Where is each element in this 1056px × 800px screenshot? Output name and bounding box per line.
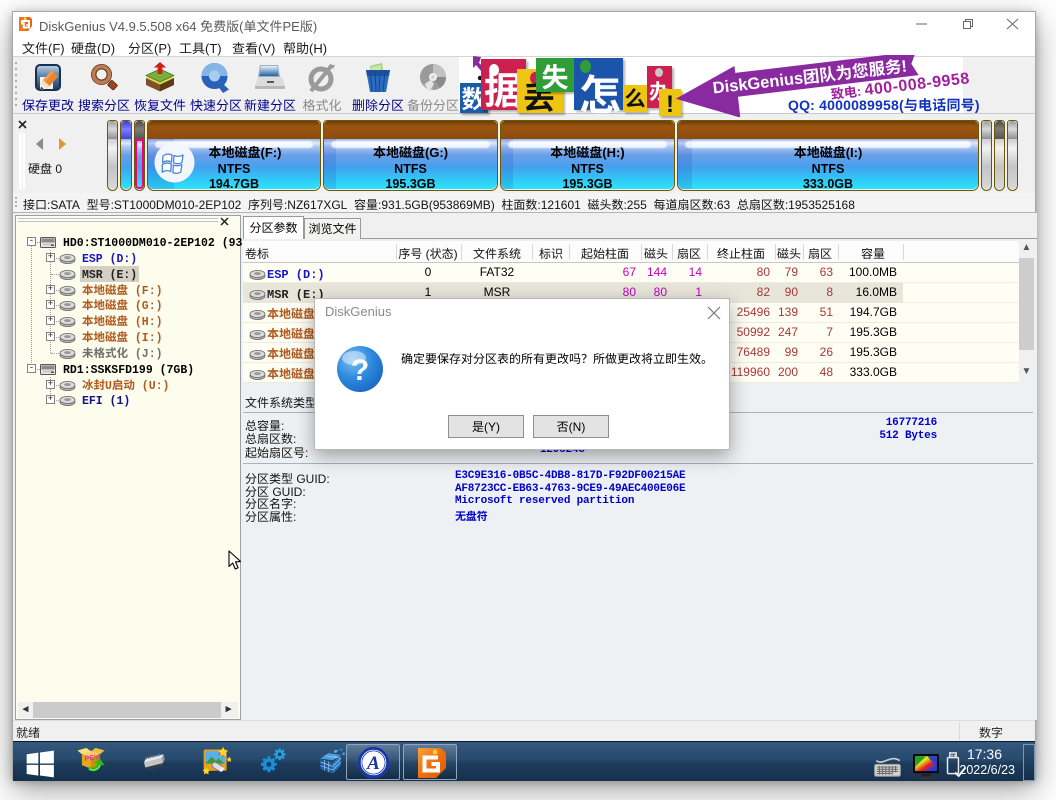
svg-text:A: A	[366, 753, 380, 774]
svg-text:?: ?	[351, 354, 369, 387]
